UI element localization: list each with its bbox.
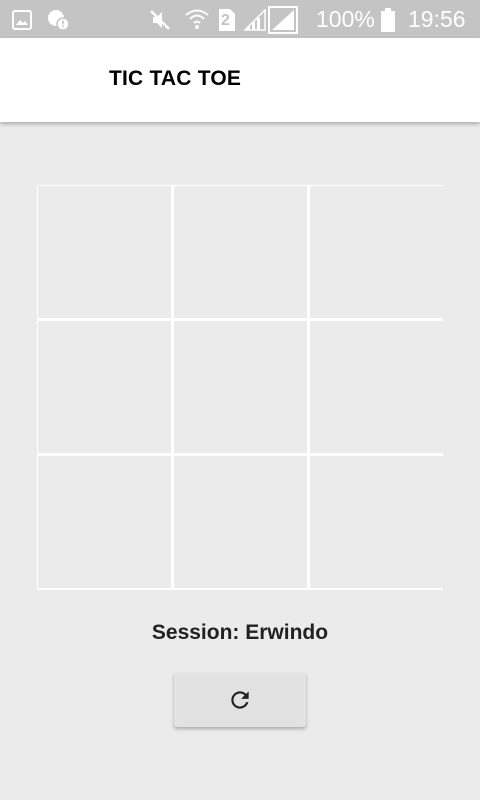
image-icon — [12, 10, 32, 30]
board-cell-4[interactable] — [38, 321, 171, 453]
board-cell-2[interactable] — [174, 186, 307, 318]
reset-button[interactable] — [174, 673, 306, 727]
app-title: TIC TAC TOE — [109, 67, 242, 90]
battery-percent: 100% — [316, 6, 375, 32]
status-bar: 2 100% 19:56 — [0, 0, 480, 38]
app-bar: TIC TAC TOE — [0, 38, 480, 122]
game-board — [37, 185, 443, 590]
sim-badge: 2 — [221, 12, 230, 29]
board-cell-1[interactable] — [38, 186, 171, 318]
board-cell-3[interactable] — [310, 186, 443, 318]
refresh-icon — [231, 691, 249, 709]
board-cell-5[interactable] — [174, 321, 307, 453]
signal-1-icon — [244, 9, 266, 31]
chat-alert-icon — [48, 10, 70, 31]
mute-icon — [150, 10, 170, 30]
signal-2-icon — [268, 6, 298, 34]
board-cell-7[interactable] — [38, 456, 171, 588]
board-cell-8[interactable] — [174, 456, 307, 588]
wifi-icon — [185, 9, 209, 29]
battery-icon — [381, 8, 395, 32]
board-cell-9[interactable] — [310, 456, 443, 588]
clock: 19:56 — [408, 6, 466, 32]
session-label: Session: Erwindo — [151, 621, 329, 644]
board-cell-6[interactable] — [310, 321, 443, 453]
